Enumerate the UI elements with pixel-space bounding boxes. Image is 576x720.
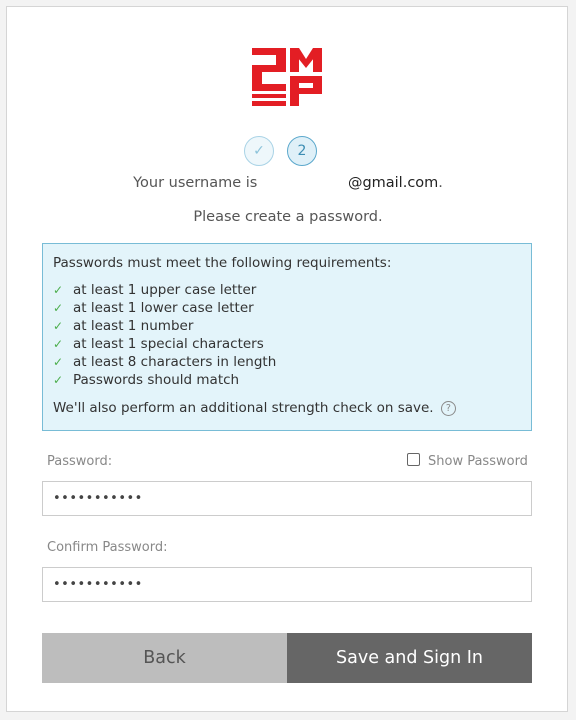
show-password-checkbox[interactable] <box>407 453 420 466</box>
check-icon: ✓ <box>53 355 64 369</box>
check-icon: ✓ <box>53 319 64 333</box>
show-password-label: Show Password <box>428 454 528 469</box>
username-domain: @gmail.com <box>347 175 439 191</box>
username-redacted <box>262 175 348 189</box>
requirement-text: at least 1 upper case letter <box>73 282 257 298</box>
help-icon[interactable]: ? <box>440 401 456 416</box>
requirement-item: ✓ Passwords should match <box>53 371 521 389</box>
password-input[interactable]: ••••••••••• <box>42 481 532 516</box>
requirement-text: at least 8 characters in length <box>73 354 277 370</box>
requirement-text: Passwords should match <box>73 372 240 388</box>
requirement-text: at least 1 number <box>73 318 194 334</box>
brand-logo <box>252 48 322 106</box>
step-current-label: 2 <box>297 143 307 159</box>
page-subtitle: Please create a password. <box>193 209 383 225</box>
check-icon: ✓ <box>53 373 64 387</box>
confirm-password-input[interactable]: ••••••••••• <box>42 567 532 602</box>
back-button[interactable]: Back <box>42 633 287 683</box>
password-requirements-box: Passwords must meet the following requir… <box>42 243 532 431</box>
requirement-item: ✓ at least 8 characters in length <box>53 353 521 371</box>
username-suffix: . <box>438 175 443 191</box>
requirement-item: ✓ at least 1 number <box>53 317 521 335</box>
check-icon: ✓ <box>53 337 64 351</box>
username-prefix: Your username is <box>133 175 258 191</box>
username-line: Your username is @gmail.com. <box>0 175 576 191</box>
password-label: Password: <box>47 454 113 469</box>
requirement-text: at least 1 lower case letter <box>73 300 254 316</box>
strength-note-text: We'll also perform an additional strengt… <box>53 400 434 416</box>
requirements-title: Passwords must meet the following requir… <box>53 255 392 271</box>
show-password-toggle[interactable]: Show Password <box>407 453 528 469</box>
confirm-password-label: Confirm Password: <box>47 540 168 555</box>
step-current: 2 <box>287 136 317 166</box>
requirement-item: ✓ at least 1 lower case letter <box>53 299 521 317</box>
requirement-item: ✓ at least 1 upper case letter <box>53 281 521 299</box>
check-icon: ✓ <box>53 301 64 315</box>
requirements-list: ✓ at least 1 upper case letter ✓ at least … <box>53 281 521 389</box>
step-completed: ✓ <box>244 136 274 166</box>
check-icon: ✓ <box>253 143 265 159</box>
strength-check-note: We'll also perform an additional strengt… <box>53 400 521 416</box>
check-icon: ✓ <box>53 283 64 297</box>
progress-steps: ✓ 2 <box>244 136 334 170</box>
requirement-text: at least 1 special characters <box>73 336 264 352</box>
save-and-sign-in-button[interactable]: Save and Sign In <box>287 633 532 683</box>
requirement-item: ✓ at least 1 special characters <box>53 335 521 353</box>
